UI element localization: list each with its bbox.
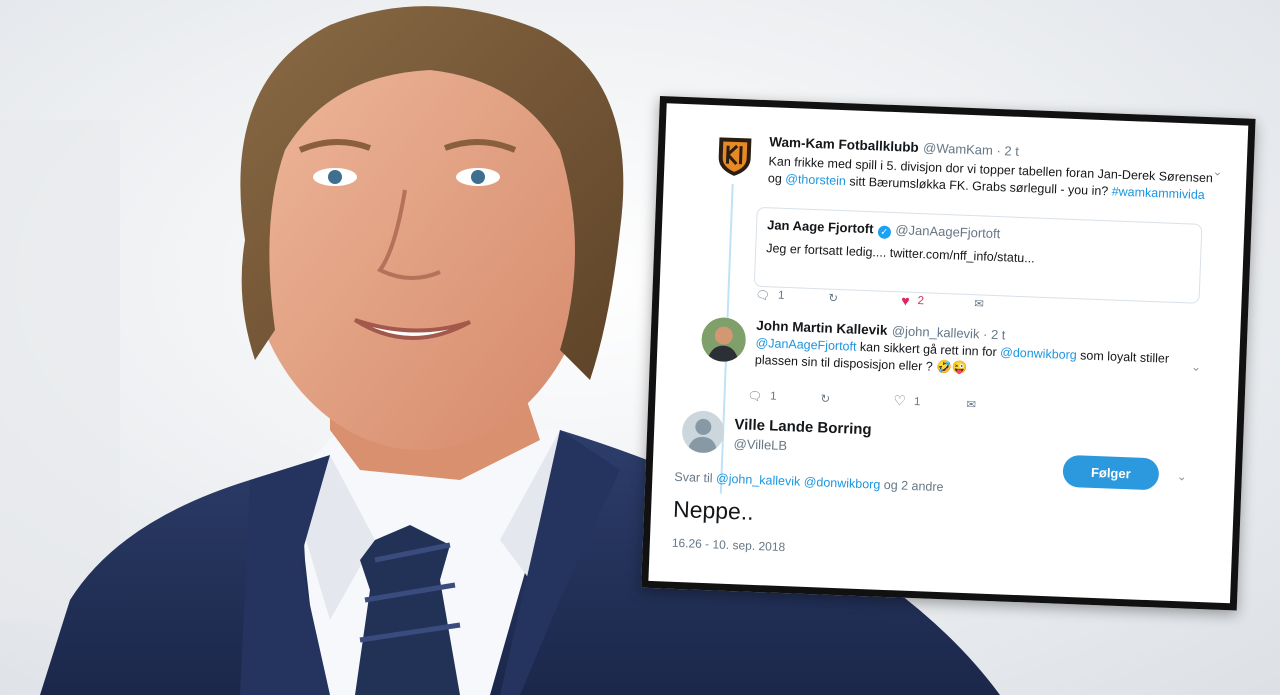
reply-count: 1 [777,289,785,302]
reply-icon: 🗨 [747,390,763,403]
heart-outline-icon: ♡ [893,392,907,409]
like-button[interactable]: ♡ 1 [893,392,967,412]
tweet-wamkam: Wam-Kam Fotballklubb @WamKam · 2 t ⌄ Kan… [659,103,1248,494]
wamkam-name[interactable]: Wam-Kam Fotballklubb [769,134,919,155]
quoted-tweet-name: Jan Aage Fjortoft [766,217,874,237]
reply-count: 1 [769,389,777,403]
reply-suffix: og 2 andre [880,477,944,495]
tweet-borring: Ville Lande Borring @VilleLB Følger ⌄ Sv… [648,403,1237,610]
reply-prefix: Svar til [674,469,717,486]
like-count: 1 [913,395,921,408]
club-crest-icon [718,137,752,176]
tweet-timestamp[interactable]: 16.26 - 10. sep. 2018 [672,536,786,554]
reply-button[interactable]: 🗨 1 [747,387,821,407]
tweet-screenshot: Wam-Kam Fotballklubb @WamKam · 2 t ⌄ Kan… [641,96,1256,611]
envelope-icon: ✉ [966,398,977,411]
kallevik-handle[interactable]: @john_kallevik · 2 t [892,323,1006,342]
heart-icon: ♥ [901,292,910,309]
reply-to-line: Svar til @john_kallevik @donwikborg og 2… [674,470,944,494]
kallevik-avatar[interactable] [700,316,747,363]
kallevik-tweet-text: @JanAageFjortoft kan sikkert gå rett inn… [755,335,1196,386]
default-avatar-icon [687,418,718,454]
like-button[interactable]: ♥ 2 [901,292,975,311]
borring-tweet-text: Neppe.. [672,495,755,525]
follow-button[interactable]: Følger [1062,454,1160,491]
chevron-down-icon[interactable]: ⌄ [1177,469,1188,483]
quoted-tweet-handle: @JanAageFjortoft [895,222,1001,242]
verified-badge-icon: ✓ [877,225,892,239]
mention-link[interactable]: @donwikborg [1000,345,1077,362]
mention-link[interactable]: @JanAageFjortoft [755,336,856,354]
dm-button[interactable]: ✉ [966,395,1040,415]
like-count: 2 [917,295,925,308]
hashtag-link[interactable]: #wamkammivida [1111,184,1205,202]
reply-icon: 🗨 [755,289,771,303]
wamkam-avatar[interactable] [712,133,758,179]
tweet-text-part: som loyalt stiller [1076,348,1170,366]
tweet-text-part: kan sikkert gå rett inn for [856,339,1001,360]
retweet-button[interactable]: ↻ [828,290,902,309]
user-photo-icon [700,316,747,363]
tweet-text-part: og [767,171,786,186]
wamkam-tweet-text: Kan frikke med spill i 5. divisjon dor v… [768,153,1229,205]
envelope-icon: ✉ [974,298,985,311]
reply-button[interactable]: 🗨 1 [755,287,829,306]
mention-link[interactable]: @donwikborg [803,475,880,492]
wamkam-handle[interactable]: @WamKam · 2 t [923,140,1019,159]
borring-avatar[interactable] [681,410,725,454]
borring-name[interactable]: Ville Lande Borring [734,416,872,438]
mention-link[interactable]: @john_kallevik [716,471,801,488]
mention-link[interactable]: @thorstein [785,172,846,188]
borring-handle[interactable]: @VilleLB [733,436,787,453]
retweet-icon: ↻ [828,292,839,305]
retweet-icon: ↻ [820,392,831,406]
dm-button[interactable]: ✉ [974,295,1048,314]
retweet-button[interactable]: ↻ [820,389,894,409]
